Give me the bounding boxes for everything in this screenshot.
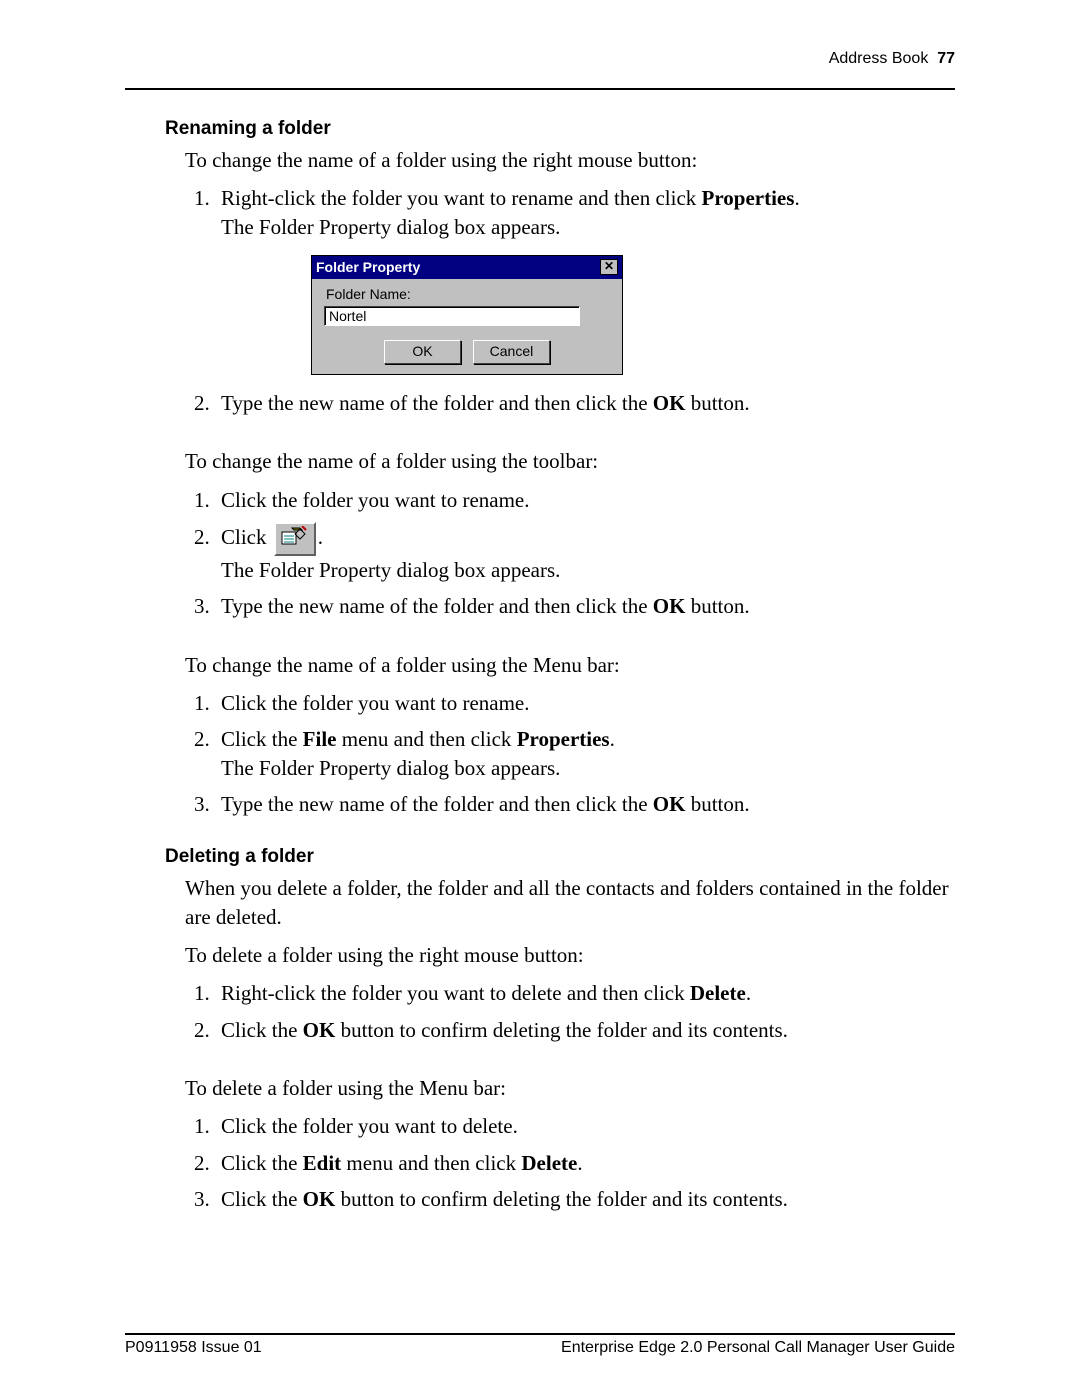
text: Type the new name of the folder and then… <box>221 391 653 415</box>
step: Right-click the folder you want to delet… <box>215 979 955 1007</box>
text: Click the <box>221 1018 303 1042</box>
text: . <box>318 525 323 549</box>
intro-deleting: When you delete a folder, the folder and… <box>185 874 955 931</box>
dialog-buttons: OK Cancel <box>322 340 612 364</box>
intro-menubar-delete: To delete a folder using the Menu bar: <box>185 1074 955 1102</box>
text: Click the <box>221 727 303 751</box>
text: button. <box>685 594 749 618</box>
folder-property-dialog: Folder Property ✕ Folder Name: OK Cancel <box>311 255 623 375</box>
bold: OK <box>303 1018 336 1042</box>
step: Click . The Folder Property dialog box a… <box>215 522 955 584</box>
properties-toolbar-icon[interactable] <box>274 522 316 556</box>
text: button to confirm deleting the folder an… <box>335 1187 788 1211</box>
page-footer: P0911958 Issue 01 Enterprise Edge 2.0 Pe… <box>125 1333 955 1357</box>
step: Click the folder you want to rename. <box>215 486 955 514</box>
dialog-screenshot: Folder Property ✕ Folder Name: OK Cancel <box>311 255 955 375</box>
heading-renaming: Renaming a folder <box>165 118 955 140</box>
text: button to confirm deleting the folder an… <box>335 1018 788 1042</box>
cancel-button[interactable]: Cancel <box>473 340 550 364</box>
steps-rightclick-delete: Right-click the folder you want to delet… <box>185 979 955 1044</box>
folder-name-input[interactable] <box>324 306 580 326</box>
steps-toolbar-rename: Click the folder you want to rename. Cli… <box>185 486 955 621</box>
step: Click the OK button to confirm deleting … <box>215 1185 955 1213</box>
text: Right-click the folder you want to delet… <box>221 981 690 1005</box>
text: . <box>610 727 615 751</box>
steps-rightclick-rename: Right-click the folder you want to renam… <box>185 184 955 417</box>
intro-rightclick-delete: To delete a folder using the right mouse… <box>185 941 955 969</box>
text: The Folder Property dialog box appears. <box>221 756 560 780</box>
text: menu and then click <box>336 727 516 751</box>
bold: Properties <box>517 727 610 751</box>
bold: OK <box>653 391 686 415</box>
bold: Delete <box>521 1151 577 1175</box>
text: . <box>577 1151 582 1175</box>
text: Click the <box>221 1187 303 1211</box>
step: Click the Edit menu and then click Delet… <box>215 1149 955 1177</box>
step: Type the new name of the folder and then… <box>215 389 955 417</box>
dialog-title: Folder Property <box>316 258 420 277</box>
header-rule <box>125 88 955 90</box>
bold: File <box>303 727 337 751</box>
bold: Properties <box>702 186 795 210</box>
steps-menubar-delete: Click the folder you want to delete. Cli… <box>185 1112 955 1213</box>
document-page: Address Book 77 Renaming a folder To cha… <box>0 0 1080 1397</box>
text: Type the new name of the folder and then… <box>221 594 653 618</box>
step: Click the OK button to confirm deleting … <box>215 1016 955 1044</box>
text: . <box>746 981 751 1005</box>
text: . <box>794 186 799 210</box>
bold: Edit <box>303 1151 342 1175</box>
step: Type the new name of the folder and then… <box>215 592 955 620</box>
heading-deleting: Deleting a folder <box>165 846 955 868</box>
close-icon[interactable]: ✕ <box>600 259 618 275</box>
bold: OK <box>653 594 686 618</box>
bold: Delete <box>690 981 746 1005</box>
text: menu and then click <box>341 1151 521 1175</box>
step: Click the folder you want to rename. <box>215 689 955 717</box>
bold: OK <box>303 1187 336 1211</box>
text: The Folder Property dialog box appears. <box>221 215 560 239</box>
intro-toolbar-rename: To change the name of a folder using the… <box>185 447 955 475</box>
steps-menubar-rename: Click the folder you want to rename. Cli… <box>185 689 955 818</box>
text: The Folder Property dialog box appears. <box>221 558 560 582</box>
intro-menubar-rename: To change the name of a folder using the… <box>185 651 955 679</box>
footer-left: P0911958 Issue 01 <box>125 1339 262 1357</box>
step: Click the File menu and then click Prope… <box>215 725 955 782</box>
text: Type the new name of the folder and then… <box>221 792 653 816</box>
text: Click the <box>221 1151 303 1175</box>
header-page-number: 77 <box>937 50 955 67</box>
header-section: Address Book <box>829 50 929 67</box>
dialog-body: Folder Name: OK Cancel <box>312 279 622 374</box>
step: Type the new name of the folder and then… <box>215 790 955 818</box>
folder-name-label: Folder Name: <box>326 285 612 304</box>
step: Click the folder you want to delete. <box>215 1112 955 1140</box>
text: Click <box>221 525 272 549</box>
step: Right-click the folder you want to renam… <box>215 184 955 374</box>
footer-right: Enterprise Edge 2.0 Personal Call Manage… <box>561 1339 955 1357</box>
ok-button[interactable]: OK <box>384 340 461 364</box>
dialog-titlebar: Folder Property ✕ <box>312 256 622 279</box>
bold: OK <box>653 792 686 816</box>
page-header: Address Book 77 <box>125 50 955 68</box>
text: button. <box>685 792 749 816</box>
intro-rightclick-rename: To change the name of a folder using the… <box>185 146 955 174</box>
text: Right-click the folder you want to renam… <box>221 186 702 210</box>
text: button. <box>685 391 749 415</box>
